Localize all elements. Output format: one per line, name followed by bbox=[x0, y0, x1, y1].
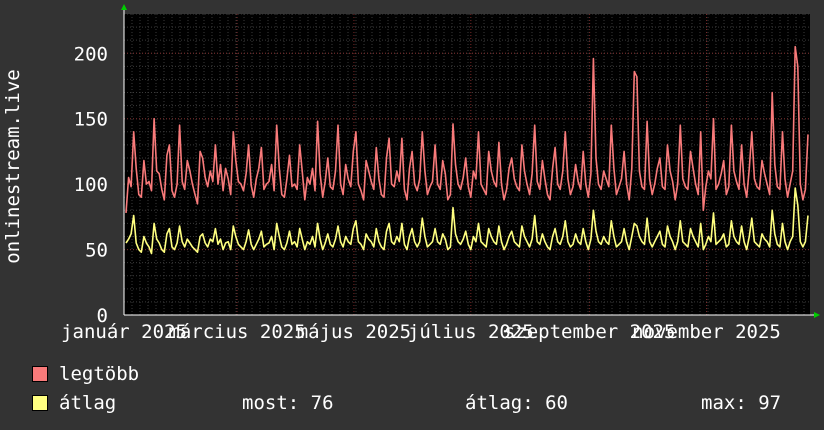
legend-label-max: legtöbb bbox=[59, 363, 140, 385]
x-tick-label: november 2025 bbox=[632, 321, 781, 343]
stat-max: max: 97 bbox=[701, 392, 782, 414]
stat-now: most: 76 bbox=[242, 392, 334, 414]
y-tick-label: 150 bbox=[74, 109, 108, 131]
y-tick-label: 200 bbox=[74, 43, 108, 65]
y-axis-label: onlinestream.live bbox=[2, 69, 24, 263]
x-axis-arrow bbox=[814, 312, 820, 318]
y-axis-arrow bbox=[121, 4, 127, 10]
line-chart: 050100150200január 2025március 2025május… bbox=[2, 4, 820, 343]
x-tick-label: május 2025 bbox=[297, 321, 411, 343]
y-tick-label: 100 bbox=[74, 174, 108, 196]
legend-swatch-max bbox=[32, 366, 48, 382]
legend-label-avg: átlag bbox=[59, 392, 117, 414]
y-tick-label: 50 bbox=[85, 240, 108, 262]
x-tick-label: március 2025 bbox=[168, 321, 305, 343]
stat-average: átlag: 60 bbox=[465, 392, 568, 414]
legend-swatch-avg bbox=[32, 395, 48, 411]
